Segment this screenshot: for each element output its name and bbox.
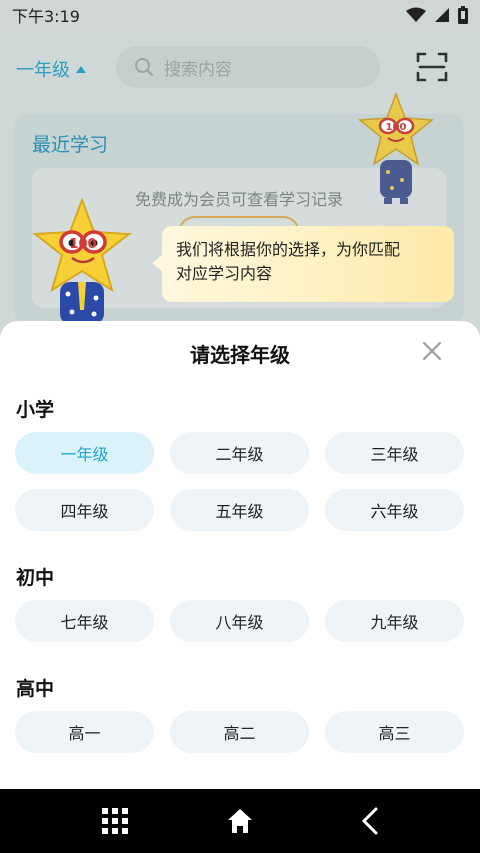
section-title-junior-high: 初中 <box>16 567 55 589</box>
grade-option-11[interactable]: 高二 <box>170 711 309 753</box>
mascot-small-badge: 100 <box>386 122 407 133</box>
grade-picker-sheet: 请选择年级 小学 一年级 二年级 三年级 四年级 五年级 六年级 初中 七年级 … <box>0 321 480 789</box>
grade-dropdown[interactable]: 一年级 <box>16 56 86 82</box>
caret-up-icon <box>76 65 86 73</box>
grade-option-10[interactable]: 高一 <box>15 711 154 753</box>
scan-button[interactable] <box>416 52 448 82</box>
signal-icon <box>435 8 449 22</box>
mascot-large-image: 100 <box>32 198 132 324</box>
home-button[interactable] <box>224 805 256 837</box>
status-icons <box>406 6 468 24</box>
recent-apps-button[interactable] <box>99 805 131 837</box>
close-icon <box>423 342 441 360</box>
section-title-primary: 小学 <box>16 399 55 421</box>
home-icon <box>228 809 252 833</box>
mascot-small-image: 100 <box>358 92 434 204</box>
grade-dropdown-label: 一年级 <box>16 60 70 81</box>
back-icon <box>361 807 378 835</box>
status-time: 下午3:19 <box>12 7 80 26</box>
guide-tooltip: 我们将根据你的选择，为你匹配 对应学习内容 <box>152 226 454 302</box>
battery-icon <box>458 6 468 24</box>
tooltip-text-line2: 对应学习内容 <box>176 264 273 283</box>
section-title-senior-high: 高中 <box>16 678 55 700</box>
top-bar: 一年级 搜索内容 <box>0 46 480 90</box>
grade-option-8[interactable]: 八年级 <box>170 600 309 642</box>
grade-option-3[interactable]: 三年级 <box>325 432 464 474</box>
wifi-icon <box>406 7 426 22</box>
sheet-title: 请选择年级 <box>190 343 290 367</box>
status-bar: 下午3:19 <box>0 0 480 30</box>
grade-option-7[interactable]: 七年级 <box>15 600 154 642</box>
menu-icon <box>102 808 128 834</box>
grade-option-2[interactable]: 二年级 <box>170 432 309 474</box>
grade-option-12[interactable]: 高三 <box>325 711 464 753</box>
grade-option-6[interactable]: 六年级 <box>325 489 464 531</box>
scan-icon <box>416 52 448 82</box>
grade-option-5[interactable]: 五年级 <box>170 489 309 531</box>
system-nav-bar <box>0 789 480 853</box>
search-input[interactable]: 搜索内容 <box>116 46 380 88</box>
search-placeholder: 搜索内容 <box>164 59 232 80</box>
back-button[interactable] <box>354 805 386 837</box>
recent-study-title: 最近学习 <box>32 134 109 156</box>
search-icon <box>135 58 154 77</box>
tooltip-text-line1: 我们将根据你的选择，为你匹配 <box>176 240 401 259</box>
grade-option-4[interactable]: 四年级 <box>15 489 154 531</box>
mascot-large-badge: 100 <box>69 237 96 252</box>
grade-option-1[interactable]: 一年级 <box>15 432 154 474</box>
close-button[interactable] <box>420 339 444 363</box>
grade-option-9[interactable]: 九年级 <box>325 600 464 642</box>
